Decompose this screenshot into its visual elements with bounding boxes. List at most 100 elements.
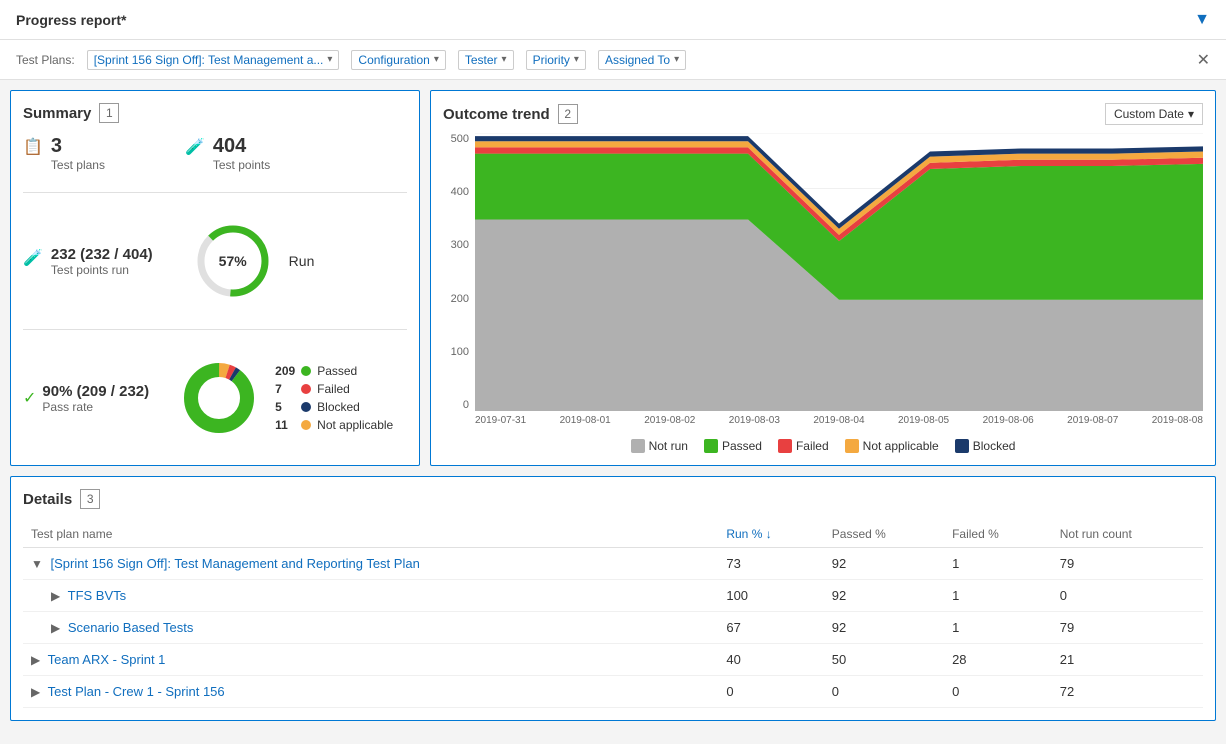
- run-pct-cell: 67: [718, 612, 823, 644]
- sort-icon: ↓: [766, 527, 772, 541]
- x-label-5: 2019-08-05: [898, 415, 949, 431]
- details-tbody: ▼ [Sprint 156 Sign Off]: Test Management…: [23, 548, 1203, 708]
- legend-not-applicable-chart: Not applicable: [845, 439, 939, 453]
- outcome-panel: Outcome trend 2 Custom Date ▾ 500 400 30…: [430, 90, 1216, 466]
- x-label-8: 2019-08-08: [1152, 415, 1203, 431]
- outcome-header: Outcome trend 2 Custom Date ▾: [443, 103, 1203, 125]
- stacked-chart: [475, 133, 1203, 411]
- col-not-run-count: Not run count: [1052, 521, 1203, 548]
- details-table-header: Test plan name Run % ↓ Passed % Failed %…: [23, 521, 1203, 548]
- failed-dot: [301, 384, 311, 394]
- table-row: ▶ Test Plan - Crew 1 - Sprint 156 0 0 0 …: [23, 676, 1203, 708]
- plan-name-link[interactable]: Team ARX - Sprint 1: [48, 652, 166, 667]
- main-content: Summary 1 📋 3 Test plans 🧪: [0, 80, 1226, 731]
- run-label: Run: [289, 253, 315, 269]
- legend-failed-chart: Failed: [778, 439, 829, 453]
- test-points-icon: 🧪: [185, 137, 205, 157]
- y-label-300: 300: [451, 239, 469, 251]
- not-run-count-cell: 79: [1052, 548, 1203, 580]
- legend-blocked: 5 Blocked: [275, 400, 393, 414]
- run-pct-cell: 73: [718, 548, 823, 580]
- filter-test-plans-chip[interactable]: [Sprint 156 Sign Off]: Test Management a…: [87, 50, 340, 70]
- table-row: ▶ Scenario Based Tests 67 92 1 79: [23, 612, 1203, 644]
- summary-stats: 📋 3 Test plans 🧪 404 Test points: [23, 135, 407, 446]
- filter-assigned-to-chip[interactable]: Assigned To ▾: [598, 50, 686, 70]
- plan-name-link[interactable]: Test Plan - Crew 1 - Sprint 156: [48, 684, 225, 699]
- expand-icon[interactable]: ▶: [31, 685, 40, 699]
- x-label-7: 2019-08-07: [1067, 415, 1118, 431]
- expand-icon[interactable]: ▶: [51, 589, 60, 603]
- y-label-0: 0: [463, 399, 469, 411]
- not-applicable-swatch: [845, 439, 859, 453]
- failed-pct-cell: 0: [944, 676, 1052, 708]
- filter-test-plans-label: Test Plans:: [16, 53, 75, 67]
- passed-legend-label: Passed: [722, 439, 762, 453]
- plan-name-cell: ▶ Test Plan - Crew 1 - Sprint 156: [23, 676, 718, 708]
- details-header: Details 3: [23, 489, 1203, 509]
- plan-name-cell: ▶ TFS BVTs: [23, 580, 718, 612]
- chevron-down-icon: ▾: [434, 54, 439, 65]
- not-applicable-count: 11: [275, 418, 295, 432]
- summary-title: Summary: [23, 105, 91, 122]
- test-points-run-stat: 🧪 232 (232 / 404) Test points run: [23, 246, 153, 277]
- chart-body: 2019-07-31 2019-08-01 2019-08-02 2019-08…: [475, 133, 1203, 431]
- details-table: Test plan name Run % ↓ Passed % Failed %…: [23, 521, 1203, 708]
- not-run-count-cell: 72: [1052, 676, 1203, 708]
- chart-area: 500 400 300 200 100 0: [443, 133, 1203, 453]
- passed-label: Passed: [317, 364, 357, 378]
- chevron-down-icon: ▾: [574, 54, 579, 65]
- x-label-4: 2019-08-04: [813, 415, 864, 431]
- table-row: ▶ TFS BVTs 100 92 1 0: [23, 580, 1203, 612]
- passed-pct-cell: 92: [824, 612, 944, 644]
- expand-icon[interactable]: ▶: [31, 653, 40, 667]
- stat-row-1: 📋 3 Test plans 🧪 404 Test points: [23, 135, 407, 172]
- not-run-count-cell: 0: [1052, 580, 1203, 612]
- legend-blocked-chart: Blocked: [955, 439, 1016, 453]
- x-label-3: 2019-08-03: [729, 415, 780, 431]
- summary-header: Summary 1: [23, 103, 407, 123]
- outcome-number: 2: [558, 104, 578, 124]
- donut-chart: [179, 358, 259, 438]
- chart-with-yaxis: 500 400 300 200 100 0: [443, 133, 1203, 431]
- test-points-run-icon: 🧪: [23, 248, 43, 268]
- filter-priority-chip[interactable]: Priority ▾: [526, 50, 586, 70]
- table-row: ▶ Team ARX - Sprint 1 40 50 28 21: [23, 644, 1203, 676]
- custom-date-label: Custom Date: [1114, 107, 1184, 121]
- chevron-down-icon: ▾: [1188, 107, 1194, 121]
- x-label-1: 2019-08-01: [560, 415, 611, 431]
- stat-row-3: ✓ 90% (209 / 232) Pass rate: [23, 350, 407, 446]
- details-panel: Details 3 Test plan name Run % ↓ Passed …: [10, 476, 1216, 721]
- custom-date-button[interactable]: Custom Date ▾: [1105, 103, 1203, 125]
- filter-test-plans-value: [Sprint 156 Sign Off]: Test Management a…: [94, 53, 324, 67]
- run-percent: 57%: [219, 253, 247, 269]
- outcome-title: Outcome trend: [443, 106, 550, 123]
- run-circle: 57%: [193, 221, 273, 301]
- y-label-500: 500: [451, 133, 469, 145]
- passed-dot: [301, 366, 311, 376]
- x-label-2: 2019-08-02: [644, 415, 695, 431]
- blocked-label: Blocked: [317, 400, 360, 414]
- expand-icon[interactable]: ▼: [31, 557, 43, 571]
- pass-rate-icon: ✓: [23, 388, 36, 408]
- expand-icon[interactable]: ▶: [51, 621, 60, 635]
- pass-rate-label: Pass rate: [42, 400, 149, 414]
- filter-icon[interactable]: ▼: [1194, 11, 1210, 29]
- stat-row-2: 🧪 232 (232 / 404) Test points run: [23, 213, 407, 309]
- x-label-0: 2019-07-31: [475, 415, 526, 431]
- failed-swatch: [778, 439, 792, 453]
- not-run-swatch: [631, 439, 645, 453]
- plan-name-link[interactable]: TFS BVTs: [68, 588, 127, 603]
- failed-count: 7: [275, 382, 295, 396]
- chart-legend: Not run Passed Failed Not applicable: [443, 431, 1203, 453]
- failed-pct-cell: 1: [944, 580, 1052, 612]
- plan-name-link[interactable]: [Sprint 156 Sign Off]: Test Management a…: [51, 556, 420, 571]
- chevron-down-icon: ▾: [674, 54, 679, 65]
- close-button[interactable]: ✕: [1197, 50, 1210, 70]
- filter-configuration-chip[interactable]: Configuration ▾: [351, 50, 445, 70]
- x-label-6: 2019-08-06: [983, 415, 1034, 431]
- blocked-swatch: [955, 439, 969, 453]
- filter-tester-chip[interactable]: Tester ▾: [458, 50, 514, 70]
- plan-name-link[interactable]: Scenario Based Tests: [68, 620, 194, 635]
- col-run-pct[interactable]: Run % ↓: [718, 521, 823, 548]
- failed-pct-cell: 1: [944, 612, 1052, 644]
